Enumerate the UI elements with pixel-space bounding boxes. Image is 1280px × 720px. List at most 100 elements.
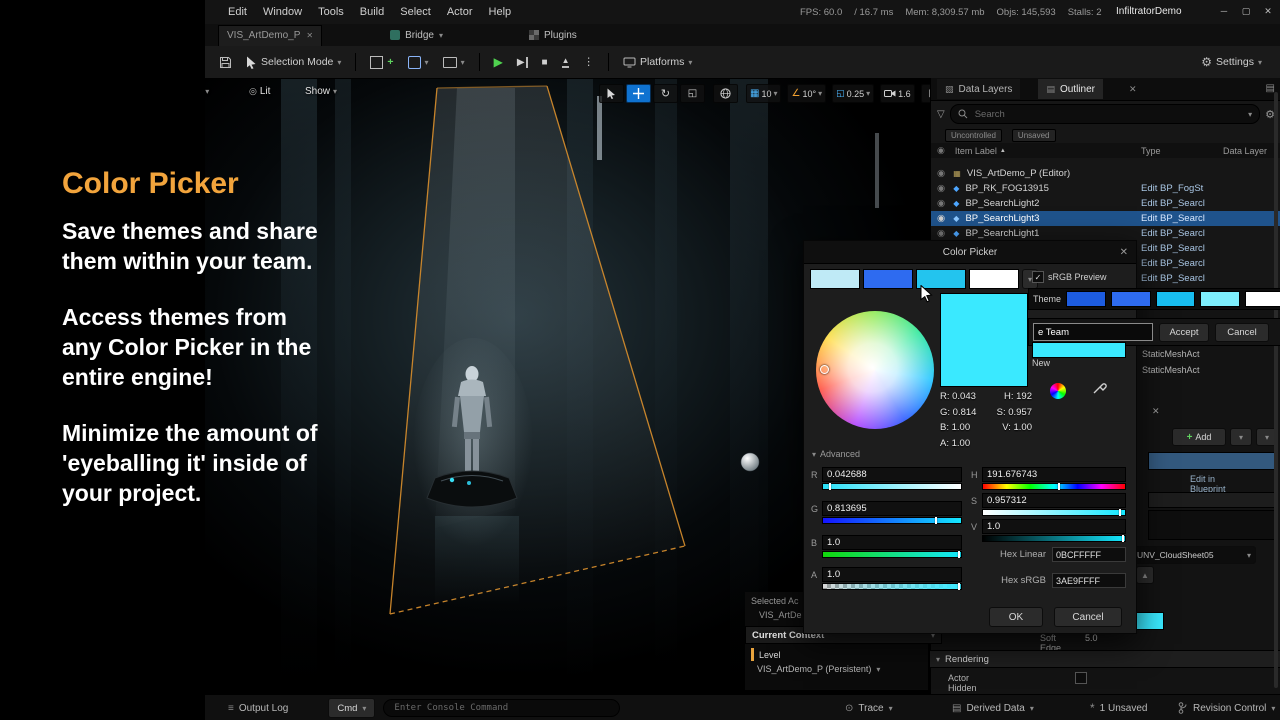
details-item[interactable]: StaticMeshAct — [1142, 349, 1200, 359]
slider-tick[interactable] — [829, 483, 831, 490]
cinematics-dropdown[interactable]: ▾ — [437, 51, 471, 73]
camera-speed-button[interactable]: 1.6 — [880, 84, 915, 103]
scale-snap-toggle[interactable]: ◱ 0.25 ▾ — [832, 84, 874, 103]
close-icon[interactable]: ✕ — [1260, 4, 1276, 18]
slider-blue[interactable]: B 1.0 — [822, 535, 962, 558]
row-type-link[interactable]: Edit BP_Searcl — [1141, 213, 1205, 224]
slider-alpha[interactable]: A 1.0 — [822, 567, 962, 590]
menu-actor[interactable]: Actor — [439, 6, 481, 18]
eye-icon[interactable]: ◉ — [937, 168, 945, 179]
outliner-row[interactable]: ◉ ◆ BP_SearchLight1 Edit BP_Searcl — [931, 226, 1280, 241]
row-type-link[interactable]: Edit BP_Searcl — [1141, 273, 1205, 284]
material-dropdown[interactable]: UNV_CloudSheet05 ▾ — [1132, 546, 1256, 564]
row-type-link[interactable]: Edit BP_Searcl — [1141, 258, 1205, 269]
rotate-tool-button[interactable]: ↻ — [653, 84, 678, 103]
eyedropper-icon[interactable] — [1092, 379, 1108, 395]
outliner-row[interactable]: ◉ ▦ VIS_ArtDemo_P (Editor) — [931, 166, 1280, 181]
color-wheel[interactable] — [816, 311, 934, 429]
blueprints-dropdown[interactable]: ▾ — [402, 51, 435, 73]
viewport-show-dropdown[interactable]: Show ▾ — [305, 86, 337, 97]
eye-icon[interactable]: ◉ — [937, 198, 945, 209]
theme-name-input[interactable] — [1033, 323, 1153, 341]
edit-in-blueprint-link[interactable]: Edit in Blueprint — [1190, 474, 1226, 494]
color-wheel-mode-icon[interactable] — [1050, 383, 1066, 399]
grid-snap-toggle[interactable]: ▦ 10 ▾ — [746, 84, 781, 103]
scrollbar[interactable] — [1274, 92, 1278, 688]
column-data-layer[interactable]: Data Layer — [1223, 146, 1267, 156]
add-actor-button[interactable]: + — [364, 51, 399, 73]
trace-dropdown[interactable]: ⊙ Trace ▾ — [845, 703, 893, 714]
world-space-toggle[interactable] — [713, 84, 738, 103]
color-wheel-selector[interactable] — [820, 365, 829, 374]
derived-data-dropdown[interactable]: ▤ Derived Data ▾ — [952, 703, 1034, 714]
theme-swatch[interactable] — [1200, 291, 1240, 307]
play-options-button[interactable]: ⋮ — [577, 51, 600, 73]
selection-mode-dropdown[interactable]: Selection Mode ▾ — [240, 51, 347, 73]
slider-value[interactable]: 1.0 — [822, 567, 962, 582]
menu-help[interactable]: Help — [481, 6, 520, 18]
selected-component-row[interactable] — [1148, 452, 1278, 470]
stop-button[interactable]: ■ — [536, 51, 554, 73]
platforms-dropdown[interactable]: Platforms ▾ — [617, 51, 698, 73]
tab-outliner[interactable]: ▤ Outliner — [1038, 79, 1103, 99]
close-icon[interactable]: ✕ — [1120, 247, 1128, 258]
eject-button[interactable]: ▲ — [556, 51, 576, 73]
accept-button[interactable]: Accept — [1159, 323, 1209, 342]
slider-tick[interactable] — [935, 517, 937, 524]
soft-edge-value[interactable]: 5.0 — [1085, 633, 1098, 643]
hex-linear-input[interactable] — [1052, 547, 1126, 562]
slider-tick[interactable] — [958, 583, 960, 590]
swatch[interactable] — [969, 269, 1019, 289]
slider-value[interactable]: 0.042688 — [822, 467, 962, 482]
row-type-link[interactable]: Edit BP_Searcl — [1141, 228, 1205, 239]
srgb-preview-toggle[interactable]: ✓ sRGB Preview — [1032, 271, 1107, 283]
add-component-button[interactable]: + Add — [1172, 428, 1226, 446]
tab-data-layers[interactable]: ▧ Data Layers — [937, 79, 1020, 99]
outliner-row[interactable]: ◉ ◆ BP_RK_FOG13915 Edit BP_FogSt — [931, 181, 1280, 196]
color-picker-titlebar[interactable]: Color Picker ✕ — [804, 241, 1136, 264]
menu-window[interactable]: Window — [255, 6, 310, 18]
slider-hue[interactable]: H 191.676743 — [982, 467, 1126, 490]
move-tool-button[interactable] — [626, 84, 651, 103]
row-type-link[interactable]: Edit BP_FogSt — [1141, 183, 1203, 194]
new-theme-swatch[interactable] — [1032, 342, 1126, 358]
actor-hidden-checkbox[interactable] — [1075, 672, 1087, 684]
new-theme-entry[interactable]: New — [1032, 342, 1128, 369]
slider-red[interactable]: R 0.042688 — [822, 467, 962, 490]
minimize-icon[interactable]: ─ — [1216, 4, 1232, 18]
output-log-button[interactable]: ≡ Output Log — [228, 703, 288, 714]
slider-value[interactable]: 0.813695 — [822, 501, 962, 516]
slider-value[interactable]: 191.676743 — [982, 467, 1126, 482]
outliner-row-selected[interactable]: ◉ ◆ BP_SearchLight3 Edit BP_Searcl — [931, 211, 1280, 226]
plugins-button[interactable]: Plugins — [529, 30, 577, 41]
cancel-theme-button[interactable]: Cancel — [1215, 323, 1269, 342]
cancel-button[interactable]: Cancel — [1054, 607, 1122, 627]
rotation-snap-toggle[interactable]: ∠ 10° ▾ — [787, 84, 826, 103]
slider-value-hsv[interactable]: V 1.0 — [982, 519, 1126, 542]
details-row[interactable] — [1148, 510, 1278, 540]
eye-icon[interactable]: ◉ — [937, 213, 945, 224]
ok-button[interactable]: OK — [989, 607, 1043, 627]
hex-srgb-input[interactable] — [1052, 573, 1126, 588]
maximize-viewport-button[interactable]: ◳ — [921, 84, 930, 103]
slider-tick[interactable] — [958, 551, 960, 558]
theme-swatch[interactable] — [1066, 291, 1106, 307]
menu-tools[interactable]: Tools — [310, 6, 352, 18]
asset-thumbnail-icon[interactable]: ▲ — [1136, 566, 1154, 584]
swatch[interactable] — [810, 269, 860, 289]
row-type-link[interactable]: Edit BP_Searcl — [1141, 243, 1205, 254]
slider-value[interactable]: 1.0 — [822, 535, 962, 550]
cmd-dropdown[interactable]: Cmd ▾ — [328, 698, 375, 718]
advanced-toggle[interactable]: ▾ Advanced — [812, 449, 860, 459]
maximize-icon[interactable]: ▢ — [1238, 4, 1254, 18]
eye-icon[interactable]: ◉ — [937, 183, 945, 194]
scale-tool-button[interactable]: ◱ — [680, 84, 705, 103]
save-button[interactable] — [213, 51, 238, 73]
slider-tick[interactable] — [1122, 535, 1124, 542]
slider-saturation[interactable]: S 0.957312 — [982, 493, 1126, 516]
console-command-input[interactable] — [383, 699, 620, 717]
search-input[interactable] — [973, 108, 1243, 121]
menu-build[interactable]: Build — [352, 6, 392, 18]
menu-edit[interactable]: Edit — [220, 6, 255, 18]
row-type-link[interactable]: Edit BP_Searcl — [1141, 198, 1205, 209]
